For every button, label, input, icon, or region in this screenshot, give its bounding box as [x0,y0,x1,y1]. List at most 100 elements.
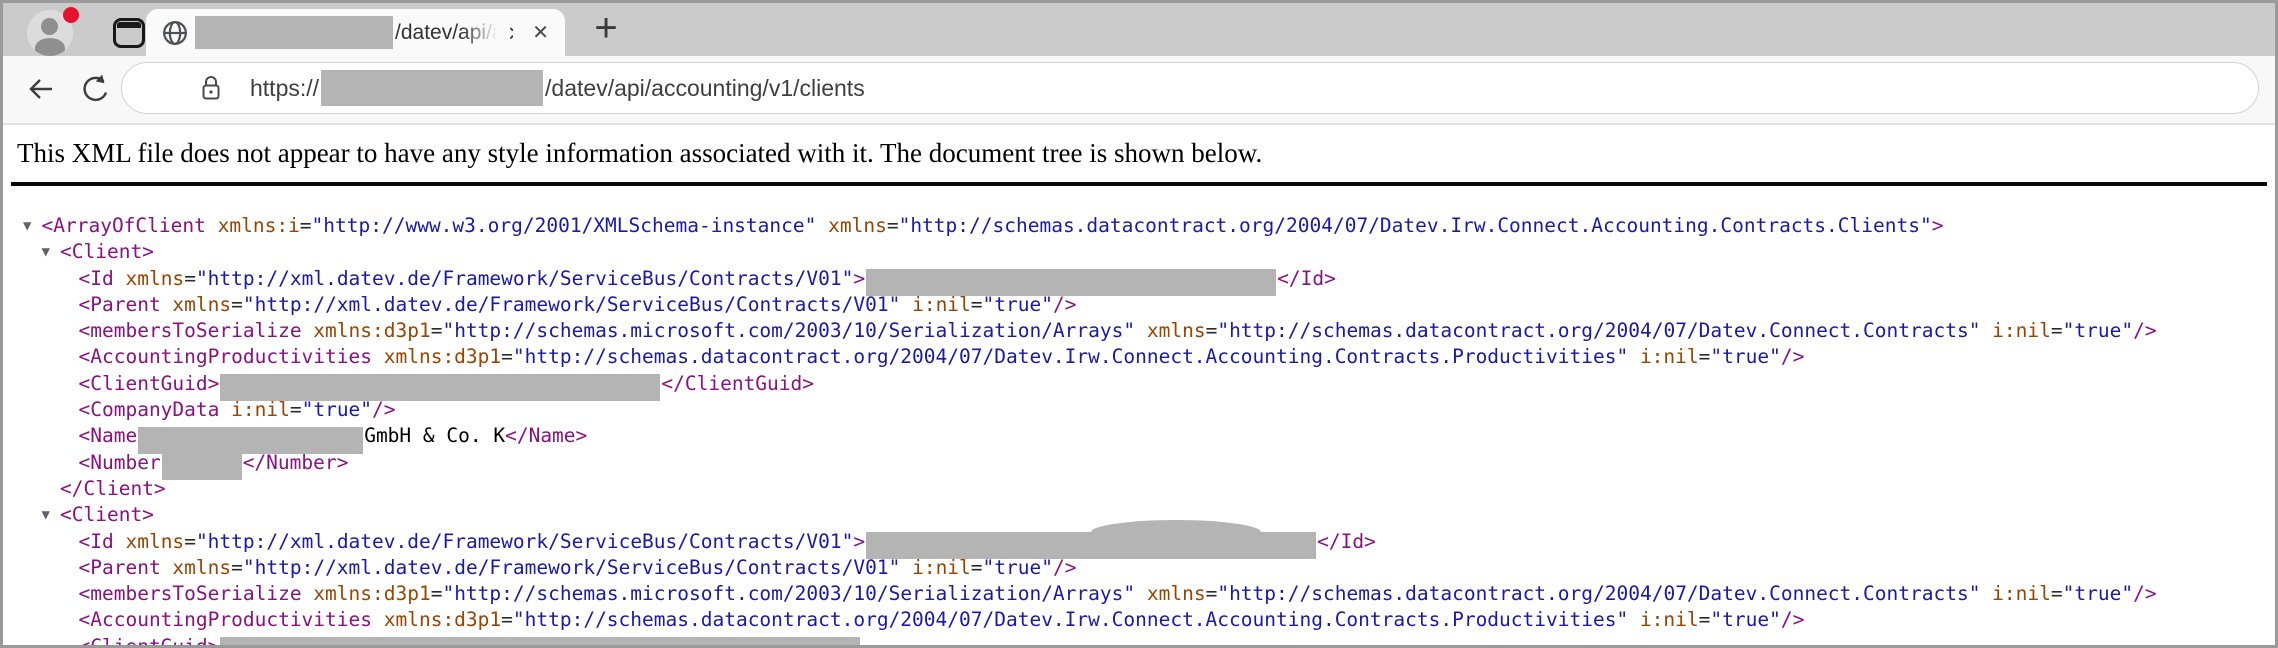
xml-val: "http://www.w3.org/2001/XMLSchema-instan… [312,214,817,237]
collapse-arrow-icon[interactable]: ▼ [23,213,42,239]
xml-tag: > [853,530,865,553]
navigation-toolbar: https:// /datev/api/accounting/v1/client… [3,56,2275,125]
reload-button[interactable] [79,73,111,105]
xml-eq: = [971,556,983,579]
xml-line: <Id xmlns="http://xml.datev.de/Framework… [11,266,2275,292]
xml-eq: = [184,267,196,290]
xml-val: "http://schemas.microsoft.com/2003/10/Se… [442,582,1135,605]
xml-val: "http://schemas.datacontract.org/2004/07… [1217,319,1980,342]
xml-tag: <membersToSerialize [79,582,302,605]
xml-val: "true" [983,293,1053,316]
xml-att: xmlns [114,267,184,290]
globe-icon [161,19,189,47]
xml-eq: = [501,345,513,368]
xml-tag: </ClientGuid> [661,372,814,395]
xml-att: i:nil [900,293,970,316]
xml-tag: <CompanyData [79,398,220,421]
xml-tag: > [853,267,865,290]
xml-att: i:nil [1980,319,2050,342]
xml-eq: = [300,214,312,237]
xml-tag: <ArrayOfClient [42,214,206,237]
xml-eq: = [971,293,983,316]
xml-val: "http://schemas.datacontract.org/2004/07… [513,345,1628,368]
tab-actions-icon[interactable] [113,18,145,48]
tab-title-fade [462,17,510,49]
xml-eq: = [431,319,443,342]
xml-tag: <ClientGuid> [79,372,220,395]
xml-tag: <Parent [79,556,161,579]
redaction-box [162,453,242,480]
address-bar[interactable]: https:// /datev/api/accounting/v1/client… [121,62,2259,114]
xml-val: "true" [302,398,372,421]
redaction-box [220,637,860,648]
xml-att: xmlns [1135,582,1205,605]
xml-tree: ▼<ArrayOfClient xmlns:i="http://www.w3.o… [11,186,2275,648]
xml-val: "true" [2063,319,2133,342]
xml-att: xmlns:i [206,214,300,237]
lock-icon [200,75,222,101]
xml-line: <AccountingProductivities xmlns:d3p1="ht… [11,607,2275,633]
collapse-arrow-icon[interactable]: ▼ [42,502,61,528]
xml-tag: > [1932,214,1944,237]
xml-line: <Id xmlns="http://xml.datev.de/Framework… [11,529,2275,555]
redaction-box [195,16,393,49]
xml-val: "http://xml.datev.de/Framework/ServiceBu… [243,556,900,579]
xml-att: i:nil [1980,582,2050,605]
xml-val: "http://schemas.datacontract.org/2004/07… [1217,582,1980,605]
xml-att: xmlns [1135,319,1205,342]
xml-tag: /> [1781,345,1804,368]
xml-att: xmlns:d3p1 [302,582,431,605]
xml-tag: <Id [79,267,114,290]
xml-eq: = [290,398,302,421]
url-path: /datev/api/accounting/v1/clients [545,75,865,102]
new-tab-button[interactable]: + [583,6,629,52]
xml-eq: = [1699,345,1711,368]
avatar-body [35,38,65,56]
xml-att: xmlns [161,556,231,579]
browser-tab[interactable]: /datev/api/ac ✕ [146,9,565,56]
xml-tag: /> [2133,319,2156,342]
xml-eq: = [1206,319,1218,342]
collapse-arrow-icon[interactable]: ▼ [42,239,61,265]
xml-line: <ClientGuid> </ClientGuid> [11,371,2275,397]
xml-tag: <membersToSerialize [79,319,302,342]
xml-val: "http://schemas.datacontract.org/2004/07… [899,214,1932,237]
url-protocol: https:// [250,75,319,102]
xml-line: </Client> [11,476,2275,502]
xml-tag: /> [1053,556,1076,579]
xml-tag: <Client> [60,503,154,526]
tab-bar: /datev/api/ac ✕ + [3,3,2275,56]
xml-eq: = [887,214,899,237]
xml-eq: = [231,556,243,579]
xml-val: "http://xml.datev.de/Framework/ServiceBu… [243,293,900,316]
xml-val: "true" [1710,608,1780,631]
xml-txt: GmbH & Co. K [364,424,505,447]
xml-line: ▼<ArrayOfClient xmlns:i="http://www.w3.o… [11,213,2275,239]
xml-tag: </Id> [1277,267,1336,290]
xml-tag: <Parent [79,293,161,316]
xml-att: i:nil [900,556,970,579]
xml-viewer-message: This XML file does not appear to have an… [11,137,2267,169]
xml-val: "http://schemas.datacontract.org/2004/07… [513,608,1628,631]
xml-line: <membersToSerialize xmlns:d3p1="http://s… [11,581,2275,607]
xml-att: xmlns [161,293,231,316]
xml-tag: </Client> [60,477,166,500]
xml-line: <CompanyData i:nil="true"/> [11,397,2275,423]
xml-att: xmlns:d3p1 [302,319,431,342]
xml-att: xmlns:d3p1 [372,345,501,368]
xml-eq: = [2051,582,2063,605]
redaction-box [321,70,543,106]
xml-eq: = [431,582,443,605]
xml-tag: /> [2133,582,2156,605]
xml-tag: <AccountingProductivities [79,345,373,368]
back-button[interactable] [25,73,57,105]
xml-eq: = [1206,582,1218,605]
tab-close-button[interactable]: ✕ [532,20,549,46]
redaction-box [866,532,1316,559]
xml-tag: /> [1781,608,1804,631]
xml-tag: <Name [79,424,138,447]
xml-line: <NameGmbH & Co. K</Name> [11,423,2275,449]
xml-val: "true" [983,556,1053,579]
xml-att: xmlns:d3p1 [372,608,501,631]
xml-tag: <ClientGuid> [79,635,220,648]
